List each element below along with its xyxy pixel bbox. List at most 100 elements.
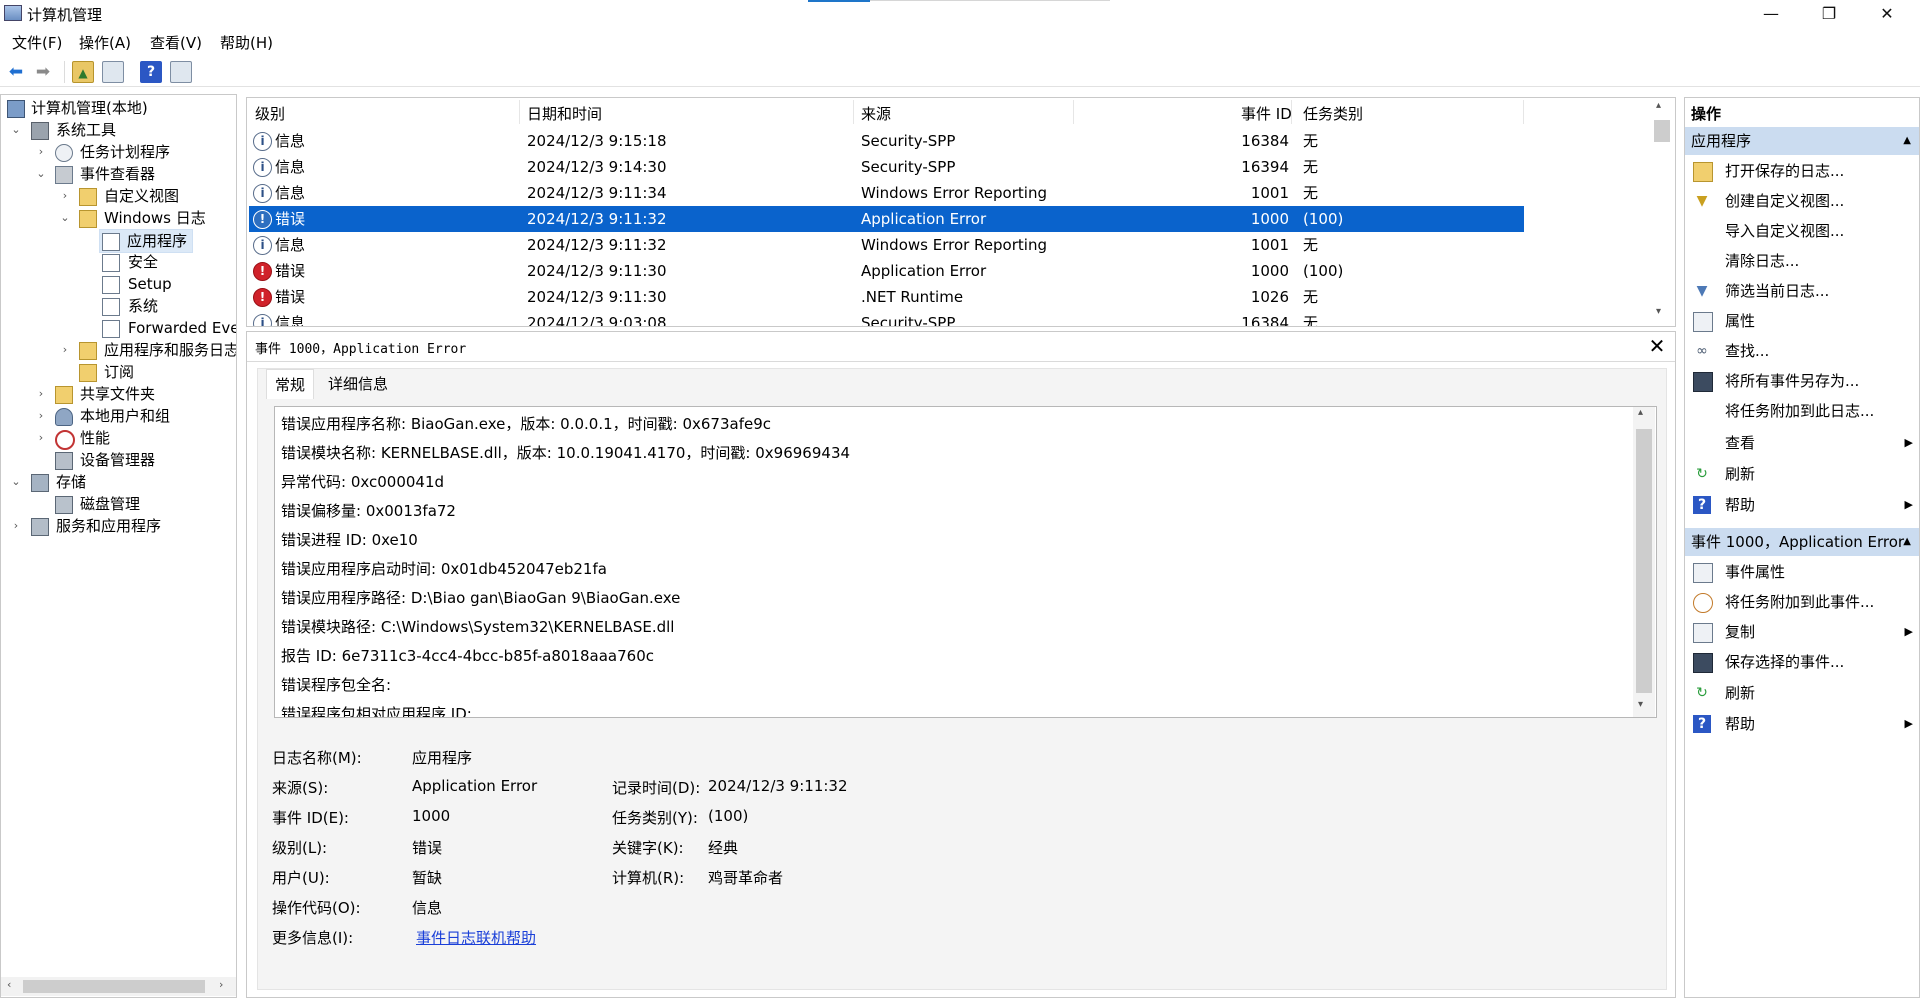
scroll-down-icon[interactable]: ▾ bbox=[1638, 699, 1643, 710]
tab-details[interactable]: 详细信息 bbox=[320, 369, 396, 399]
forward-arrow-icon[interactable]: ➡ bbox=[32, 61, 54, 83]
expand-chevron-icon[interactable]: › bbox=[58, 339, 72, 361]
scroll-down-icon[interactable]: ▾ bbox=[1656, 306, 1661, 317]
menu-action[interactable]: 操作(A) bbox=[79, 32, 131, 53]
tree-item-task-scheduler[interactable]: › 任务计划程序 bbox=[1, 141, 236, 163]
tree-item-shared-folders[interactable]: › 共享文件夹 bbox=[1, 383, 236, 405]
tree-item-services-apps[interactable]: › 服务和应用程序 bbox=[1, 515, 236, 537]
list-vertical-scrollbar[interactable]: ▴ ▾ bbox=[1651, 100, 1673, 324]
tree-item-security[interactable]: 安全 bbox=[1, 251, 236, 273]
actions-group-application[interactable]: 应用程序 ▲ bbox=[1685, 127, 1919, 155]
show-hide-tree-icon[interactable] bbox=[102, 61, 124, 83]
menu-view[interactable]: 查看(V) bbox=[150, 32, 202, 53]
description-scrollbar[interactable]: ▴ ▾ bbox=[1633, 407, 1655, 717]
action-save-all-events[interactable]: 将所有事件另存为... bbox=[1685, 366, 1919, 396]
action-event-properties[interactable]: 事件属性 bbox=[1685, 557, 1919, 587]
scroll-up-icon[interactable]: ▴ bbox=[1638, 407, 1643, 418]
column-level[interactable]: 级别 bbox=[255, 103, 285, 124]
collapse-up-icon[interactable]: ▲ bbox=[1903, 127, 1911, 155]
actions-group-event[interactable]: 事件 1000，Application Error ▲ bbox=[1685, 528, 1919, 556]
scrollbar-thumb[interactable] bbox=[1636, 429, 1652, 693]
column-separator[interactable] bbox=[1523, 100, 1524, 124]
collapse-chevron-icon[interactable]: ⌄ bbox=[9, 119, 23, 141]
action-help-event[interactable]: ? 帮助 ▶ bbox=[1685, 709, 1919, 739]
online-help-link[interactable]: 事件日志联机帮助 bbox=[416, 927, 536, 948]
tree-item-setup[interactable]: Setup bbox=[1, 273, 236, 295]
scroll-up-icon[interactable]: ▴ bbox=[1656, 100, 1661, 111]
expand-chevron-icon[interactable]: › bbox=[58, 185, 72, 207]
table-row[interactable]: ! 错误 2024/12/3 9:11:30 Application Error… bbox=[249, 258, 1524, 284]
scroll-right-icon[interactable]: › bbox=[219, 978, 223, 991]
expand-chevron-icon[interactable]: › bbox=[34, 427, 48, 449]
action-open-saved-log[interactable]: 打开保存的日志... bbox=[1685, 156, 1919, 186]
action-clear-log[interactable]: 清除日志... bbox=[1685, 246, 1919, 276]
action-import-custom-view[interactable]: 导入自定义视图... bbox=[1685, 216, 1919, 246]
tree-item-subscriptions[interactable]: 订阅 bbox=[1, 361, 236, 383]
back-arrow-icon[interactable]: ⬅ bbox=[5, 61, 27, 83]
maximize-button[interactable]: ❐ bbox=[1806, 0, 1852, 27]
help-icon[interactable]: ? bbox=[140, 61, 162, 83]
expand-chevron-icon[interactable]: › bbox=[34, 141, 48, 163]
tree-item-event-viewer[interactable]: ⌄ 事件查看器 bbox=[1, 163, 236, 185]
tree-item-system-tools[interactable]: ⌄ 系统工具 bbox=[1, 119, 236, 141]
column-separator[interactable] bbox=[519, 100, 520, 124]
table-row[interactable]: i 信息 2024/12/3 9:15:18 Security-SPP 1638… bbox=[249, 128, 1524, 154]
expand-chevron-icon[interactable]: › bbox=[34, 383, 48, 405]
show-hide-action-pane-icon[interactable] bbox=[170, 61, 192, 83]
scrollbar-thumb[interactable] bbox=[23, 980, 205, 993]
tree-item-app-service-logs[interactable]: › 应用程序和服务日志 bbox=[1, 339, 236, 361]
collapse-up-icon[interactable]: ▲ bbox=[1903, 528, 1911, 556]
tree-item-device-manager[interactable]: 设备管理器 bbox=[1, 449, 236, 471]
expand-chevron-icon[interactable]: › bbox=[34, 405, 48, 427]
column-separator[interactable] bbox=[853, 100, 854, 124]
action-filter-current-log[interactable]: ▼ 筛选当前日志... bbox=[1685, 276, 1919, 306]
action-refresh-event[interactable]: ↻ 刷新 bbox=[1685, 678, 1919, 708]
minimize-button[interactable]: — bbox=[1748, 0, 1794, 27]
table-row[interactable]: i 信息 2024/12/3 9:11:32 Windows Error Rep… bbox=[249, 232, 1524, 258]
tree-item-custom-views[interactable]: › 自定义视图 bbox=[1, 185, 236, 207]
action-view[interactable]: 查看 ▶ bbox=[1685, 428, 1919, 458]
action-copy[interactable]: 复制 ▶ bbox=[1685, 617, 1919, 647]
tree-item-performance[interactable]: › 性能 bbox=[1, 427, 236, 450]
table-row[interactable]: i 信息 2024/12/3 9:11:34 Windows Error Rep… bbox=[249, 180, 1524, 206]
menu-file[interactable]: 文件(F) bbox=[12, 32, 62, 53]
action-find[interactable]: ∞ 查找... bbox=[1685, 336, 1919, 366]
menu-help[interactable]: 帮助(H) bbox=[220, 32, 273, 53]
tab-general[interactable]: 常规 bbox=[266, 369, 315, 399]
tree-item-application[interactable]: 应用程序 bbox=[99, 229, 193, 253]
column-task-category[interactable]: 任务类别 bbox=[1303, 103, 1363, 124]
scroll-left-icon[interactable]: ‹ bbox=[7, 978, 11, 991]
table-row[interactable]: ! 错误 2024/12/3 9:11:30 .NET Runtime 1026… bbox=[249, 284, 1524, 310]
column-source[interactable]: 来源 bbox=[861, 103, 891, 124]
scrollbar-thumb[interactable] bbox=[1654, 120, 1670, 142]
tree-item-storage[interactable]: ⌄ 存储 bbox=[1, 471, 236, 493]
tree-item-forwarded-events[interactable]: Forwarded Even bbox=[1, 317, 236, 339]
action-properties[interactable]: 属性 bbox=[1685, 306, 1919, 336]
tree-item-computer-management[interactable]: 计算机管理(本地) bbox=[1, 97, 236, 119]
tree-item-disk-management[interactable]: 磁盘管理 bbox=[1, 493, 236, 515]
column-datetime[interactable]: 日期和时间 bbox=[527, 103, 602, 124]
tree-item-system[interactable]: 系统 bbox=[1, 295, 236, 317]
action-refresh[interactable]: ↻ 刷新 bbox=[1685, 459, 1919, 489]
action-save-selected-events[interactable]: 保存选择的事件... bbox=[1685, 647, 1919, 677]
column-separator[interactable] bbox=[1073, 100, 1074, 124]
action-attach-task-to-log[interactable]: 将任务附加到此日志... bbox=[1685, 396, 1919, 426]
up-folder-icon[interactable]: ▲ bbox=[72, 61, 94, 83]
column-event-id[interactable]: 事件 ID bbox=[1241, 103, 1292, 124]
collapse-chevron-icon[interactable]: ⌄ bbox=[9, 471, 23, 493]
collapse-chevron-icon[interactable]: ⌄ bbox=[34, 163, 48, 185]
tree-item-local-users[interactable]: › 本地用户和组 bbox=[1, 405, 236, 427]
tree-item-windows-logs[interactable]: ⌄ Windows 日志 bbox=[1, 207, 236, 229]
action-help[interactable]: ? 帮助 ▶ bbox=[1685, 490, 1919, 520]
action-attach-task-to-event[interactable]: 将任务附加到此事件... bbox=[1685, 587, 1919, 617]
table-row-selected[interactable]: ! 错误 2024/12/3 9:11:32 Application Error… bbox=[249, 206, 1524, 232]
table-row[interactable]: i 信息 2024/12/3 9:03:08 Security-SPP 1638… bbox=[249, 310, 1524, 326]
close-window-button[interactable]: ✕ bbox=[1864, 0, 1910, 27]
expand-chevron-icon[interactable]: › bbox=[9, 515, 23, 537]
collapse-chevron-icon[interactable]: ⌄ bbox=[58, 207, 72, 229]
tree-horizontal-scrollbar[interactable]: ‹ › bbox=[1, 977, 236, 996]
table-row[interactable]: i 信息 2024/12/3 9:14:30 Security-SPP 1639… bbox=[249, 154, 1524, 180]
close-detail-button[interactable]: ✕ bbox=[1645, 334, 1669, 358]
column-separator[interactable] bbox=[1291, 100, 1292, 124]
event-description[interactable]: 错误应用程序名称: BiaoGan.exe，版本: 0.0.0.1，时间戳: 0… bbox=[274, 406, 1657, 718]
